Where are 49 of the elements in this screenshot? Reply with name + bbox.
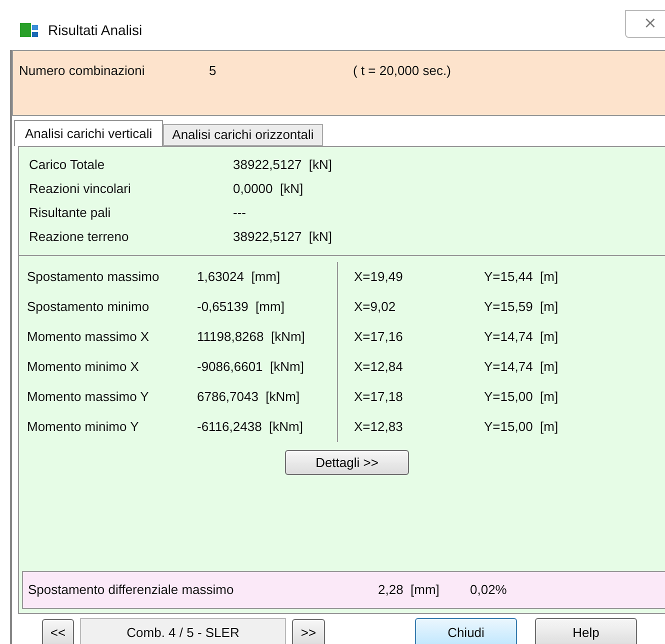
x-coordinate: X=12,83 [354,418,404,436]
y-coordinate: Y=14,74 [m] [484,328,558,346]
tab[interactable]: Analisi carichi orizzontali [163,124,323,146]
help-button[interactable]: Help [535,618,637,644]
time-label: ( t = 20,000 sec.) [353,62,451,80]
total-label: Risultante pali [29,204,112,222]
close-button[interactable]: ⨯ [625,10,665,38]
result-label: Momento minimo Y [27,418,140,436]
result-label: Momento massimo X [27,328,150,346]
differential-percent: 0,02% [470,581,507,600]
x-coordinate: X=17,18 [354,388,404,406]
y-coordinate: Y=15,44 [m] [484,268,558,286]
total-label: Carico Totale [29,156,106,174]
window-title: Risultati Analisi [48,20,142,40]
result-value: 11198,8268 [kNm] [197,328,306,346]
total-value: --- [233,204,246,222]
close-dialog-button[interactable]: Chiudi [415,618,517,644]
combinations-label: Numero combinazioni [19,62,146,80]
x-coordinate: X=9,02 [354,298,397,316]
window-icon [20,21,40,39]
result-value: -0,65139 [mm] [197,298,286,316]
previous-button[interactable]: << [42,619,74,644]
differential-label: Spostamento differenziale massimo [28,581,235,600]
total-value: 38922,5127 [kN] [233,156,332,174]
combination-field: Comb. 4 / 5 - SLER [80,618,286,644]
tab[interactable]: Analisi carichi verticali [14,120,164,146]
differential-value: 2,28 [mm] [378,581,440,600]
result-value: -6116,2438 [kNm] [197,418,304,436]
result-value: 6786,7043 [kNm] [197,388,301,406]
x-coordinate: X=19,49 [354,268,404,286]
result-value: -9086,6601 [kNm] [197,358,305,376]
result-value: 1,63024 [mm] [197,268,282,286]
total-label: Reazione terreno [29,228,130,246]
result-label: Momento massimo Y [27,388,150,406]
y-coordinate: Y=15,00 [m] [484,388,558,406]
y-coordinate: Y=15,59 [m] [484,298,558,316]
total-label: Reazioni vincolari [29,180,132,198]
x-coordinate: X=17,16 [354,328,404,346]
total-value: 0,0000 [kN] [233,180,304,198]
result-label: Spostamento massimo [27,268,160,286]
x-coordinate: X=12,84 [354,358,404,376]
result-label: Spostamento minimo [27,298,150,316]
details-button[interactable]: Dettagli >> [285,450,409,475]
result-label: Momento minimo X [27,358,140,376]
y-coordinate: Y=14,74 [m] [484,358,558,376]
combinations-value: 5 [209,62,218,80]
y-coordinate: Y=15,00 [m] [484,418,558,436]
next-button[interactable]: >> [292,619,325,644]
total-value: 38922,5127 [kN] [233,228,332,246]
